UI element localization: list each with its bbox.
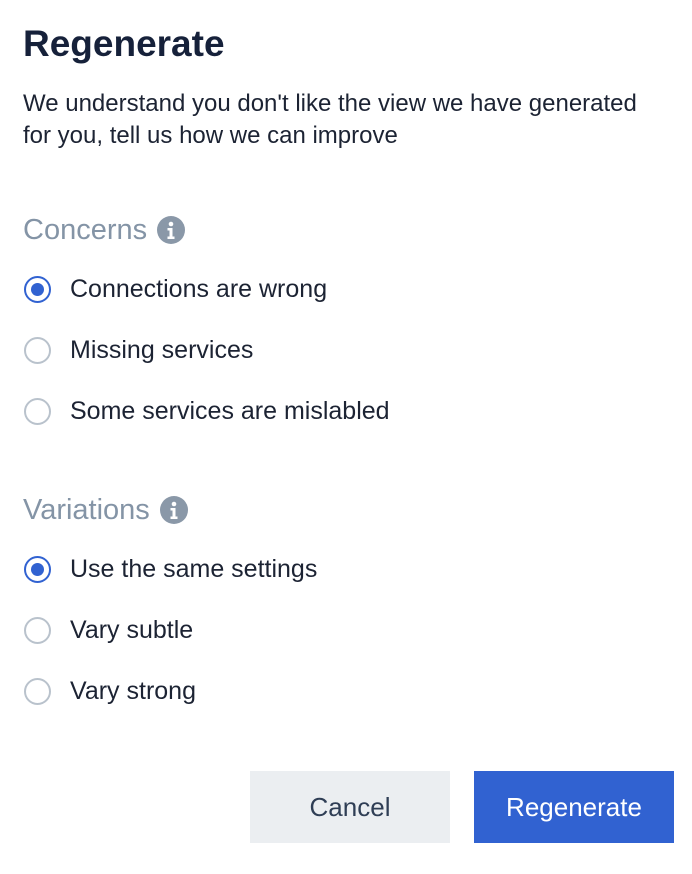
option-label: Some services are mislabled (70, 396, 390, 425)
radio-button[interactable] (24, 555, 51, 583)
radio-button[interactable] (24, 616, 51, 644)
variations-heading: Variations (23, 492, 188, 528)
variation-option-vary-strong[interactable]: Vary strong (24, 674, 196, 708)
regenerate-button[interactable]: Regenerate (474, 771, 674, 843)
variation-option-vary-subtle[interactable]: Vary subtle (24, 613, 193, 647)
dialog-title: Regenerate (23, 23, 225, 64)
info-icon[interactable] (159, 496, 188, 524)
concern-option-mislabeled-services[interactable]: Some services are mislabled (24, 394, 390, 428)
concern-option-connections-wrong[interactable]: Connections are wrong (24, 272, 327, 306)
option-label: Vary strong (70, 676, 196, 705)
option-label: Use the same settings (70, 554, 318, 583)
radio-button[interactable] (24, 397, 51, 425)
concerns-heading-label: Concerns (23, 213, 148, 246)
variation-option-same-settings[interactable]: Use the same settings (24, 552, 317, 586)
option-label: Vary subtle (70, 615, 194, 644)
dialog-description: We understand you don't like the view we… (23, 90, 637, 149)
info-icon[interactable] (157, 216, 186, 244)
radio-button[interactable] (24, 275, 51, 303)
concern-option-missing-services[interactable]: Missing services (24, 333, 253, 367)
variations-heading-label: Variations (23, 493, 150, 526)
concerns-heading: Concerns (23, 212, 186, 248)
cancel-button[interactable]: Cancel (250, 771, 450, 843)
option-label: Connections are wrong (70, 274, 328, 303)
radio-button[interactable] (24, 677, 51, 705)
radio-button[interactable] (24, 336, 51, 364)
option-label: Missing services (70, 335, 254, 364)
